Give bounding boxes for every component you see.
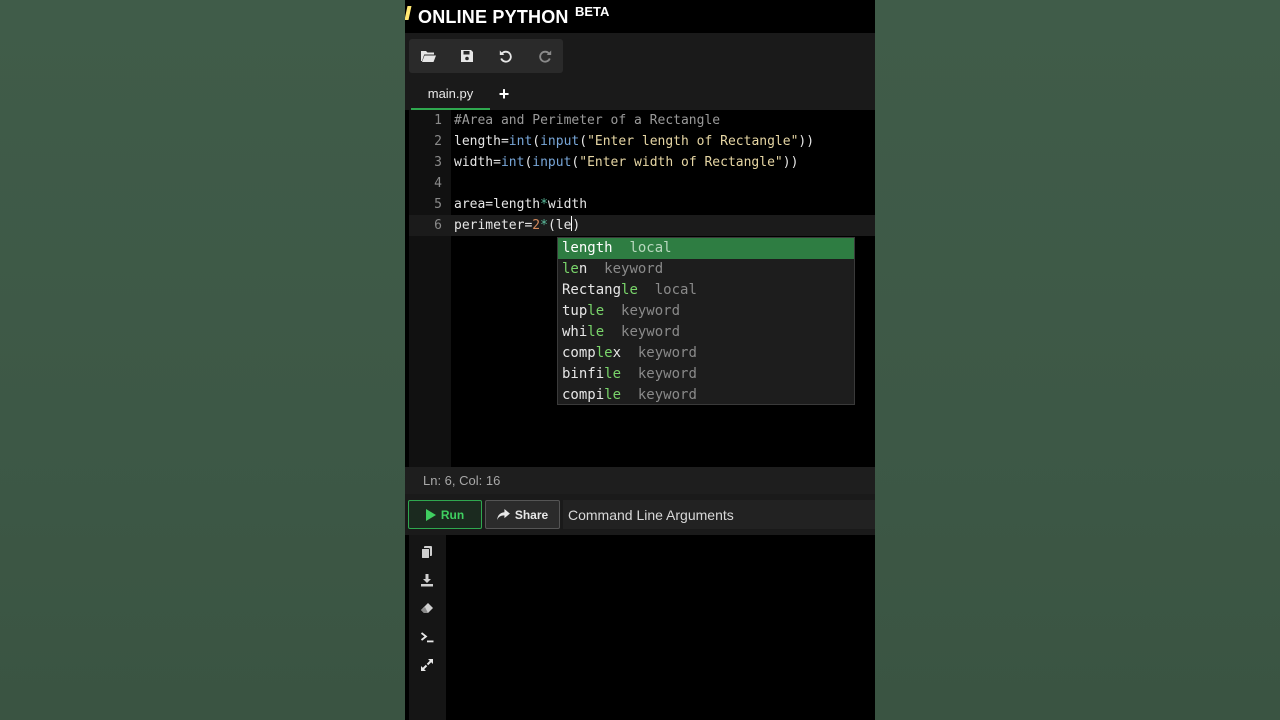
code-line: 3 width=int(input("Enter width of Rectan… — [409, 152, 875, 173]
toolbar — [405, 33, 875, 79]
download-icon — [421, 574, 433, 587]
expand-icon — [421, 659, 433, 671]
text-cursor — [571, 216, 573, 231]
beta-badge: BETA — [575, 4, 610, 19]
code-editor[interactable]: 1 #Area and Perimeter of a Rectangle 2 l… — [405, 110, 875, 467]
save-icon — [461, 50, 473, 62]
backdrop-right — [875, 0, 1280, 720]
line-number: 1 — [434, 113, 442, 128]
cursor-position: Ln: 6, Col: 16 — [423, 473, 501, 488]
copy-output-button[interactable] — [419, 544, 435, 560]
run-button[interactable]: Run — [408, 500, 482, 529]
download-output-button[interactable] — [419, 572, 435, 588]
redo-button[interactable] — [526, 39, 564, 73]
online-python-app: ONLINE PYTHON BETA main.py + 1 #Area and… — [405, 0, 875, 720]
output-console[interactable] — [405, 535, 875, 720]
line-number: 4 — [434, 176, 442, 191]
code-line-active: 6 perimeter=2*(le) — [409, 215, 875, 236]
line-number: 2 — [434, 134, 442, 149]
autocomplete-item-tuple[interactable]: tuple keyword — [558, 301, 854, 322]
eraser-icon — [421, 603, 433, 613]
autocomplete-item-binfile[interactable]: binfile keyword — [558, 364, 854, 385]
autocomplete-item-compile[interactable]: compile keyword — [558, 385, 854, 406]
undo-icon — [499, 50, 512, 63]
autocomplete-item-complex[interactable]: complex keyword — [558, 343, 854, 364]
share-icon — [496, 509, 510, 520]
line-number: 6 — [434, 218, 442, 233]
title-bar: ONLINE PYTHON BETA — [405, 0, 875, 33]
code-text: area=length*width — [454, 197, 588, 212]
clear-output-button[interactable] — [419, 600, 435, 616]
app-title: ONLINE PYTHON — [418, 7, 569, 27]
code-text: #Area and Perimeter of a Rectangle — [454, 113, 721, 128]
terminal-icon — [420, 632, 434, 643]
code-line: 2 length=int(input("Enter length of Rect… — [409, 131, 875, 152]
status-bar: Ln: 6, Col: 16 — [405, 467, 875, 494]
open-file-button[interactable] — [409, 39, 447, 73]
logo-mark — [405, 6, 412, 20]
code-text: width=int(input("Enter width of Rectangl… — [454, 155, 799, 170]
save-button[interactable] — [448, 39, 486, 73]
code-line: 5 area=length*width — [409, 194, 875, 215]
redo-icon — [539, 50, 552, 63]
command-line-arguments-input[interactable] — [563, 500, 875, 529]
line-number: 3 — [434, 155, 442, 170]
terminal-button[interactable] — [419, 629, 435, 645]
file-tabs: main.py + — [405, 79, 875, 110]
code-text: perimeter=2*(le) — [454, 216, 581, 233]
add-file-button[interactable]: + — [494, 79, 514, 110]
autocomplete-item-rectangle[interactable]: Rectangle local — [558, 280, 854, 301]
tab-main-py[interactable]: main.py — [411, 79, 490, 110]
expand-output-button[interactable] — [419, 657, 435, 673]
share-label: Share — [514, 507, 549, 522]
toolbar-group — [409, 39, 563, 73]
share-button[interactable]: Share — [485, 500, 560, 529]
backdrop-left — [0, 0, 405, 720]
autocomplete-item-length[interactable]: length local — [558, 238, 854, 259]
code-line: 4 — [409, 173, 875, 194]
folder-open-icon — [421, 51, 436, 62]
undo-button[interactable] — [487, 39, 525, 73]
code-line: 1 #Area and Perimeter of a Rectangle — [409, 110, 875, 131]
play-icon — [425, 508, 436, 521]
code-text: length=int(input("Enter length of Rectan… — [454, 134, 815, 149]
line-number: 5 — [434, 197, 442, 212]
autocomplete-popup: length local len keyword Rectangle local… — [557, 237, 855, 405]
autocomplete-item-while[interactable]: while keyword — [558, 322, 854, 343]
autocomplete-item-len[interactable]: len keyword — [558, 259, 854, 280]
copy-icon — [421, 546, 432, 559]
output-tools — [409, 535, 446, 720]
run-label: Run — [440, 507, 465, 522]
run-bar: Run Share — [405, 494, 875, 535]
